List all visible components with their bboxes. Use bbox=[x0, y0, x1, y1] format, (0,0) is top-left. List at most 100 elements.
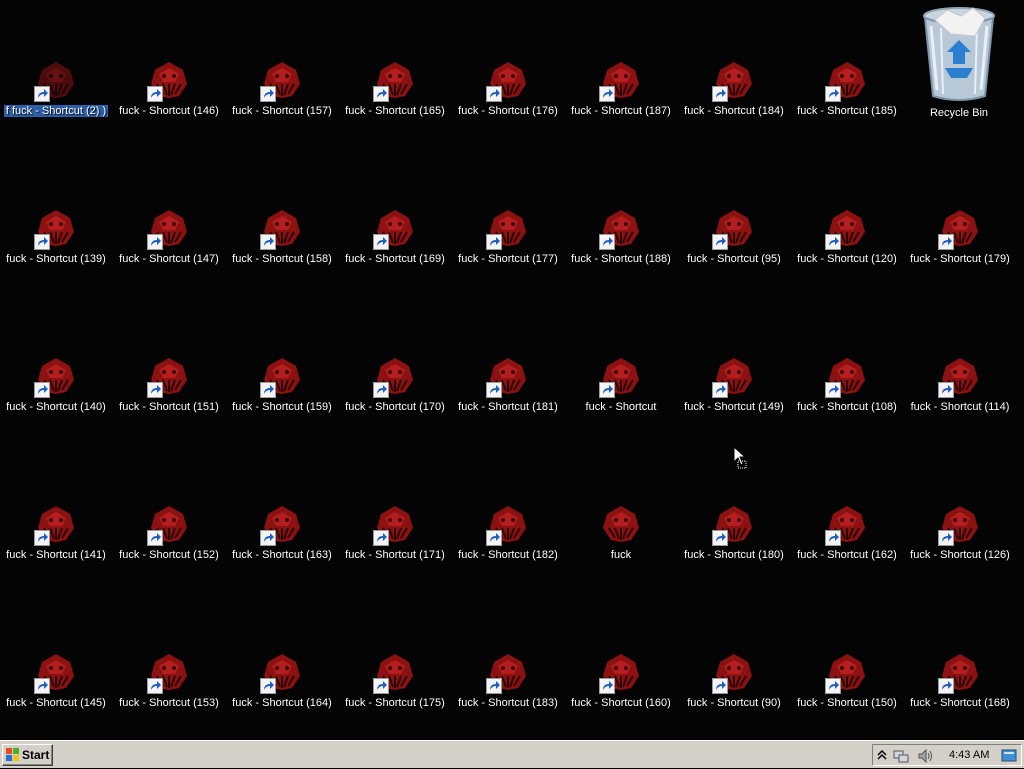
shortcut-arrow-icon bbox=[486, 382, 502, 398]
icon-label: fuck - Shortcut (162) bbox=[791, 548, 903, 562]
shortcut-arrow-icon bbox=[260, 678, 276, 694]
start-button[interactable]: Start bbox=[2, 744, 53, 766]
shortcut-arrow-icon bbox=[825, 86, 841, 102]
desktop-shortcut[interactable]: fuck - Shortcut (181) bbox=[452, 356, 564, 426]
shortcut-arrow-icon bbox=[373, 530, 389, 546]
icon-label-text: fuck - Shortcut (108) bbox=[797, 401, 897, 413]
desktop-shortcut[interactable]: fuck - Shortcut (153) bbox=[113, 652, 225, 722]
action-center-icon[interactable] bbox=[1001, 748, 1017, 769]
desktop-shortcut[interactable]: fuck - Shortcut (175) bbox=[339, 652, 451, 722]
desktop-shortcut[interactable]: fuck - Shortcut (176) bbox=[452, 60, 564, 130]
icon-label-text: fuck - Shortcut (177) bbox=[458, 253, 558, 265]
icon-label-text: fuck - Shortcut (164) bbox=[232, 697, 332, 709]
icon-label-text: fuck - Shortcut bbox=[585, 401, 657, 413]
desktop-shortcut[interactable]: fuck - Shortcut (140) bbox=[0, 356, 112, 426]
shortcut-arrow-icon bbox=[825, 234, 841, 250]
desktop-shortcut[interactable]: fuck - Shortcut (90) bbox=[678, 652, 790, 722]
system-tray: 4:43 AM bbox=[872, 744, 1022, 766]
desktop-shortcut[interactable]: fuck - Shortcut (179) bbox=[904, 208, 1016, 278]
icon-label-text: fuck - Shortcut (152) bbox=[119, 549, 219, 561]
desktop-shortcut[interactable]: fuck - Shortcut bbox=[565, 356, 677, 426]
desktop-shortcut[interactable]: fuck - Shortcut (159) bbox=[226, 356, 338, 426]
desktop-shortcut[interactable]: fuck - Shortcut (180) bbox=[678, 504, 790, 574]
shortcut-arrow-icon bbox=[147, 234, 163, 250]
shortcut-arrow-icon bbox=[34, 234, 50, 250]
volume-icon[interactable] bbox=[917, 748, 933, 769]
desktop-shortcut[interactable]: fuck - Shortcut (169) bbox=[339, 208, 451, 278]
icon-label: fuck - Shortcut (159) bbox=[226, 400, 338, 414]
icon-label: fuck - Shortcut (164) bbox=[226, 696, 338, 710]
start-label: Start bbox=[22, 748, 50, 762]
clock[interactable]: 4:43 AM bbox=[949, 745, 989, 765]
icon-label-text: fuck - Shortcut (146) bbox=[119, 105, 219, 117]
icon-label-text: fuck - Shortcut (153) bbox=[119, 697, 219, 709]
red-mask-icon bbox=[601, 504, 641, 544]
icon-label: fuck bbox=[565, 548, 677, 562]
desktop-shortcut[interactable]: fuck - Shortcut (141) bbox=[0, 504, 112, 574]
icon-label-text: fuck - Shortcut (180) bbox=[684, 549, 784, 561]
desktop-shortcut[interactable]: fuck - Shortcut (108) bbox=[791, 356, 903, 426]
shortcut-arrow-icon bbox=[260, 86, 276, 102]
desktop-shortcut[interactable]: fuck - Shortcut (171) bbox=[339, 504, 451, 574]
icon-label-text: fuck - Shortcut (171) bbox=[345, 549, 445, 561]
icon-label: fuck - Shortcut (151) bbox=[113, 400, 225, 414]
desktop-shortcut[interactable]: fuck - Shortcut (170) bbox=[339, 356, 451, 426]
shortcut-arrow-icon bbox=[938, 678, 954, 694]
desktop-shortcut[interactable]: fuck - Shortcut (160) bbox=[565, 652, 677, 722]
desktop-shortcut[interactable]: f fuck - Shortcut (2) ) bbox=[0, 60, 112, 130]
icon-label: fuck - Shortcut (160) bbox=[565, 696, 677, 710]
icon-label: fuck - Shortcut (153) bbox=[113, 696, 225, 710]
desktop-file[interactable]: fuck bbox=[565, 504, 677, 574]
desktop-shortcut[interactable]: fuck - Shortcut (120) bbox=[791, 208, 903, 278]
icon-label: fuck - Shortcut (114) bbox=[904, 400, 1016, 414]
desktop-shortcut[interactable]: fuck - Shortcut (139) bbox=[0, 208, 112, 278]
desktop-shortcut[interactable]: fuck - Shortcut (147) bbox=[113, 208, 225, 278]
desktop-shortcut[interactable]: fuck - Shortcut (146) bbox=[113, 60, 225, 130]
desktop-shortcut[interactable]: fuck - Shortcut (152) bbox=[113, 504, 225, 574]
desktop-shortcut[interactable]: fuck - Shortcut (177) bbox=[452, 208, 564, 278]
desktop-shortcut[interactable]: fuck - Shortcut (187) bbox=[565, 60, 677, 130]
desktop-shortcut[interactable]: fuck - Shortcut (164) bbox=[226, 652, 338, 722]
desktop-shortcut[interactable]: fuck - Shortcut (151) bbox=[113, 356, 225, 426]
desktop-shortcut[interactable]: fuck - Shortcut (149) bbox=[678, 356, 790, 426]
desktop-shortcut[interactable]: fuck - Shortcut (150) bbox=[791, 652, 903, 722]
desktop-shortcut[interactable]: fuck - Shortcut (158) bbox=[226, 208, 338, 278]
icon-label: fuck - Shortcut (163) bbox=[226, 548, 338, 562]
icon-label: fuck - Shortcut (185) bbox=[791, 104, 903, 118]
icon-label-text: fuck - Shortcut (182) bbox=[458, 549, 558, 561]
desktop-shortcut[interactable]: fuck - Shortcut (157) bbox=[226, 60, 338, 130]
icon-label-text: fuck - Shortcut (95) bbox=[687, 253, 781, 265]
icon-label: fuck - Shortcut (175) bbox=[339, 696, 451, 710]
shortcut-arrow-icon bbox=[260, 382, 276, 398]
desktop-shortcut[interactable]: fuck - Shortcut (185) bbox=[791, 60, 903, 130]
show-hidden-icons-icon[interactable] bbox=[877, 748, 887, 767]
icon-label: fuck - Shortcut (171) bbox=[339, 548, 451, 562]
desktop-shortcut[interactable]: fuck - Shortcut (114) bbox=[904, 356, 1016, 426]
icon-label-text: fuck - Shortcut (139) bbox=[6, 253, 106, 265]
shortcut-arrow-icon bbox=[260, 234, 276, 250]
shortcut-arrow-icon bbox=[825, 678, 841, 694]
desktop-shortcut[interactable]: fuck - Shortcut (126) bbox=[904, 504, 1016, 574]
desktop-shortcut[interactable]: fuck - Shortcut (165) bbox=[339, 60, 451, 130]
recycle-bin-shortcut[interactable]: Recycle Bin bbox=[903, 6, 1015, 122]
shortcut-arrow-icon bbox=[34, 86, 50, 102]
desktop-shortcut[interactable]: fuck - Shortcut (168) bbox=[904, 652, 1016, 722]
desktop-shortcut[interactable]: fuck - Shortcut (184) bbox=[678, 60, 790, 130]
network-icon[interactable] bbox=[893, 748, 909, 769]
icon-label-text: fuck - Shortcut (162) bbox=[797, 549, 897, 561]
desktop-shortcut[interactable]: fuck - Shortcut (162) bbox=[791, 504, 903, 574]
desktop-shortcut[interactable]: fuck - Shortcut (145) bbox=[0, 652, 112, 722]
shortcut-arrow-icon bbox=[938, 382, 954, 398]
icon-label: fuck - Shortcut (139) bbox=[0, 252, 112, 266]
shortcut-arrow-icon bbox=[825, 530, 841, 546]
shortcut-arrow-icon bbox=[486, 678, 502, 694]
desktop-shortcut[interactable]: fuck - Shortcut (182) bbox=[452, 504, 564, 574]
icon-label: fuck - Shortcut (158) bbox=[226, 252, 338, 266]
icon-label: fuck - Shortcut bbox=[565, 400, 677, 414]
desktop-shortcut[interactable]: fuck - Shortcut (183) bbox=[452, 652, 564, 722]
desktop-shortcut[interactable]: fuck - Shortcut (163) bbox=[226, 504, 338, 574]
desktop-shortcut[interactable]: fuck - Shortcut (188) bbox=[565, 208, 677, 278]
desktop-shortcut[interactable]: fuck - Shortcut (95) bbox=[678, 208, 790, 278]
icon-label: fuck - Shortcut (108) bbox=[791, 400, 903, 414]
desktop[interactable]: f fuck - Shortcut (2) ) fuck - Shortcut … bbox=[0, 0, 1024, 740]
